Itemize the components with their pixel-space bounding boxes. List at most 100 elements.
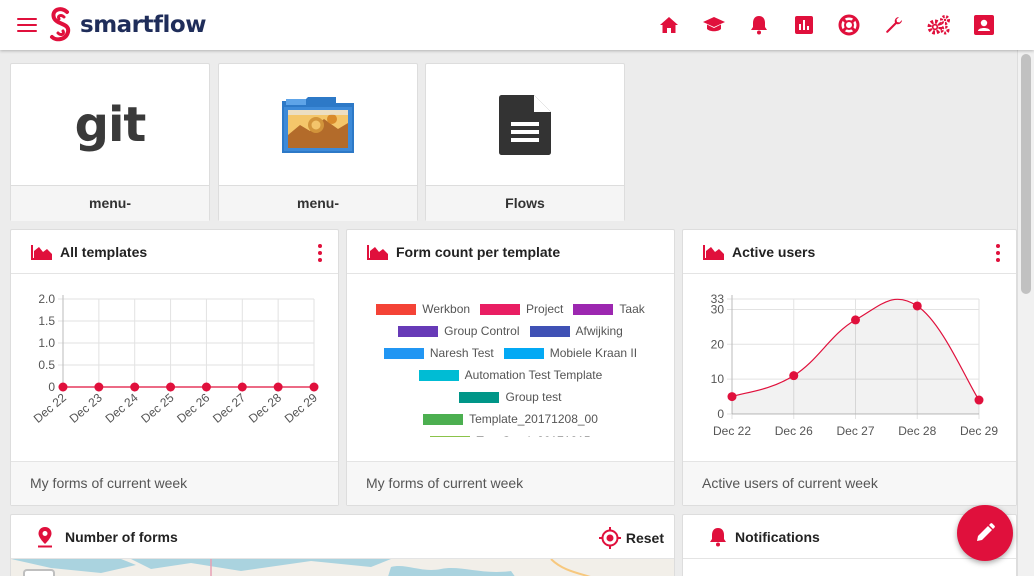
x-tick-label: Dec 24 <box>103 390 141 425</box>
legend-label: Project <box>526 302 564 316</box>
tile-label: menu- <box>219 185 417 221</box>
legend-label: Automation Test Template <box>464 368 603 382</box>
x-tick-label: Dec 22 <box>31 390 69 425</box>
card-title: Number of forms <box>65 528 178 545</box>
data-point <box>94 382 104 392</box>
data-point <box>166 382 176 392</box>
legend-label: Group Control <box>444 324 520 338</box>
smartflow-logo-icon <box>50 7 71 42</box>
document-icon <box>499 94 551 155</box>
legend-swatch <box>383 347 424 359</box>
legend-label: Werkbon <box>422 302 471 316</box>
legend-swatch <box>529 325 570 337</box>
legend-label: Taak <box>619 302 645 316</box>
card-footer: My forms of current week <box>11 461 338 505</box>
data-point <box>309 382 319 392</box>
data-point <box>273 382 283 392</box>
y-tick-label: 1.5 <box>38 314 55 328</box>
lifebuoy-icon[interactable] <box>826 12 871 38</box>
bar-chart-icon[interactable] <box>781 12 826 38</box>
card-title: All templates <box>60 243 148 260</box>
tile-flows[interactable]: Flows <box>425 63 625 221</box>
tile-label: Flows <box>426 185 624 221</box>
data-point <box>727 392 737 402</box>
legend-swatch <box>398 325 439 337</box>
legend-swatch <box>503 347 544 359</box>
bell-icon <box>710 527 726 546</box>
map-zoom-control[interactable] <box>23 569 55 576</box>
legend-item[interactable]: Automation Test Template <box>418 368 603 382</box>
edit-fab-button[interactable] <box>957 505 1013 561</box>
legend-item[interactable]: Test Cand_20171215 <box>430 434 591 437</box>
legend-item[interactable]: Afwijking <box>529 324 623 338</box>
legend-swatch <box>423 413 464 425</box>
bell-icon[interactable] <box>736 12 781 38</box>
x-tick-label: Dec 28 <box>898 424 936 438</box>
legend-label: Naresh Test <box>429 346 494 360</box>
card-title: Form count per template <box>396 243 561 260</box>
card-header: All templates <box>11 230 338 274</box>
hamburger-menu-icon[interactable] <box>17 15 37 35</box>
legend-item[interactable]: Mobiele Kraan II <box>503 346 638 360</box>
y-tick-label: 1.0 <box>38 336 55 350</box>
card-header: Number of forms Reset <box>11 515 674 559</box>
tile-movie-folder[interactable]: menu- <box>218 63 418 221</box>
card-all-templates: All templates 2.0 1.5 1.0 0.5 0 Dec 22 Dec 23 D… <box>10 229 339 506</box>
legend-row: Naresh Test Mobiele Kraan II <box>347 342 674 364</box>
card-title: Notifications <box>735 528 820 545</box>
legend-row: Group test <box>347 386 674 408</box>
legend-item[interactable]: Werkbon <box>376 302 470 316</box>
page-scrollbar[interactable] <box>1017 50 1034 576</box>
contact-card-icon[interactable] <box>961 12 1006 38</box>
legend-item[interactable]: Group Control <box>398 324 520 338</box>
x-tick-label: Dec 27 <box>836 424 874 438</box>
more-options-icon[interactable] <box>312 243 328 263</box>
legend-item[interactable]: Project <box>480 302 563 316</box>
legend-row: Werkbon Project Taak <box>347 298 674 320</box>
crosshair-icon <box>598 527 621 549</box>
cogs-icon[interactable] <box>916 12 961 38</box>
legend-label: Mobiele Kraan II <box>549 346 638 360</box>
legend-swatch <box>418 369 459 381</box>
legend-item[interactable]: Naresh Test <box>383 346 494 360</box>
graduation-cap-icon[interactable] <box>691 12 736 38</box>
movie-folder-icon <box>282 96 354 153</box>
data-point <box>789 371 799 381</box>
data-point <box>237 382 247 392</box>
area-chart-icon <box>31 244 52 260</box>
scrollbar-thumb[interactable] <box>1021 54 1031 294</box>
data-point <box>974 395 984 405</box>
legend-item[interactable]: Template_20171208_00 <box>423 412 598 426</box>
more-options-icon[interactable] <box>990 243 1006 263</box>
map-view[interactable] <box>11 559 674 576</box>
legend-label: Test Cand_20171215 <box>476 434 590 437</box>
legend-item[interactable]: Taak <box>573 302 645 316</box>
x-tick-label: Dec 29 <box>960 424 998 438</box>
tile-git[interactable]: git menu- <box>10 63 210 221</box>
y-tick-label: 0 <box>717 407 724 421</box>
card-title: Active users <box>732 243 816 260</box>
reset-button[interactable]: Reset <box>598 527 664 549</box>
legend-swatch <box>430 435 471 437</box>
legend-item[interactable]: Group test <box>459 390 562 404</box>
home-icon[interactable] <box>646 12 691 38</box>
legend-row: Group Control Afwijking <box>347 320 674 342</box>
y-tick-label: 2.0 <box>38 292 55 306</box>
brand-logo[interactable]: smartflow <box>48 7 206 43</box>
x-tick-label: Dec 29 <box>282 390 320 425</box>
top-bar: smartflow <box>0 0 1034 50</box>
reset-label: Reset <box>625 530 664 546</box>
legend-swatch <box>573 303 614 315</box>
legend-label: Group test <box>505 390 562 404</box>
tile-label: menu- <box>11 185 209 221</box>
x-tick-label: Dec 26 <box>174 390 212 425</box>
legend-row: Template_20171208_00 <box>347 408 674 430</box>
x-tick-label: Dec 28 <box>246 390 284 425</box>
card-form-count: Form count per template Werkbon Project Ta… <box>346 229 675 506</box>
y-tick-label: 0 <box>48 380 55 394</box>
y-tick-label: 20 <box>711 337 725 351</box>
chart-legend: Werkbon Project Taak Group Control Afwijking… <box>347 274 674 437</box>
y-tick-label: 0.5 <box>38 358 55 372</box>
legend-swatch <box>459 391 500 403</box>
wrench-icon[interactable] <box>871 12 916 38</box>
